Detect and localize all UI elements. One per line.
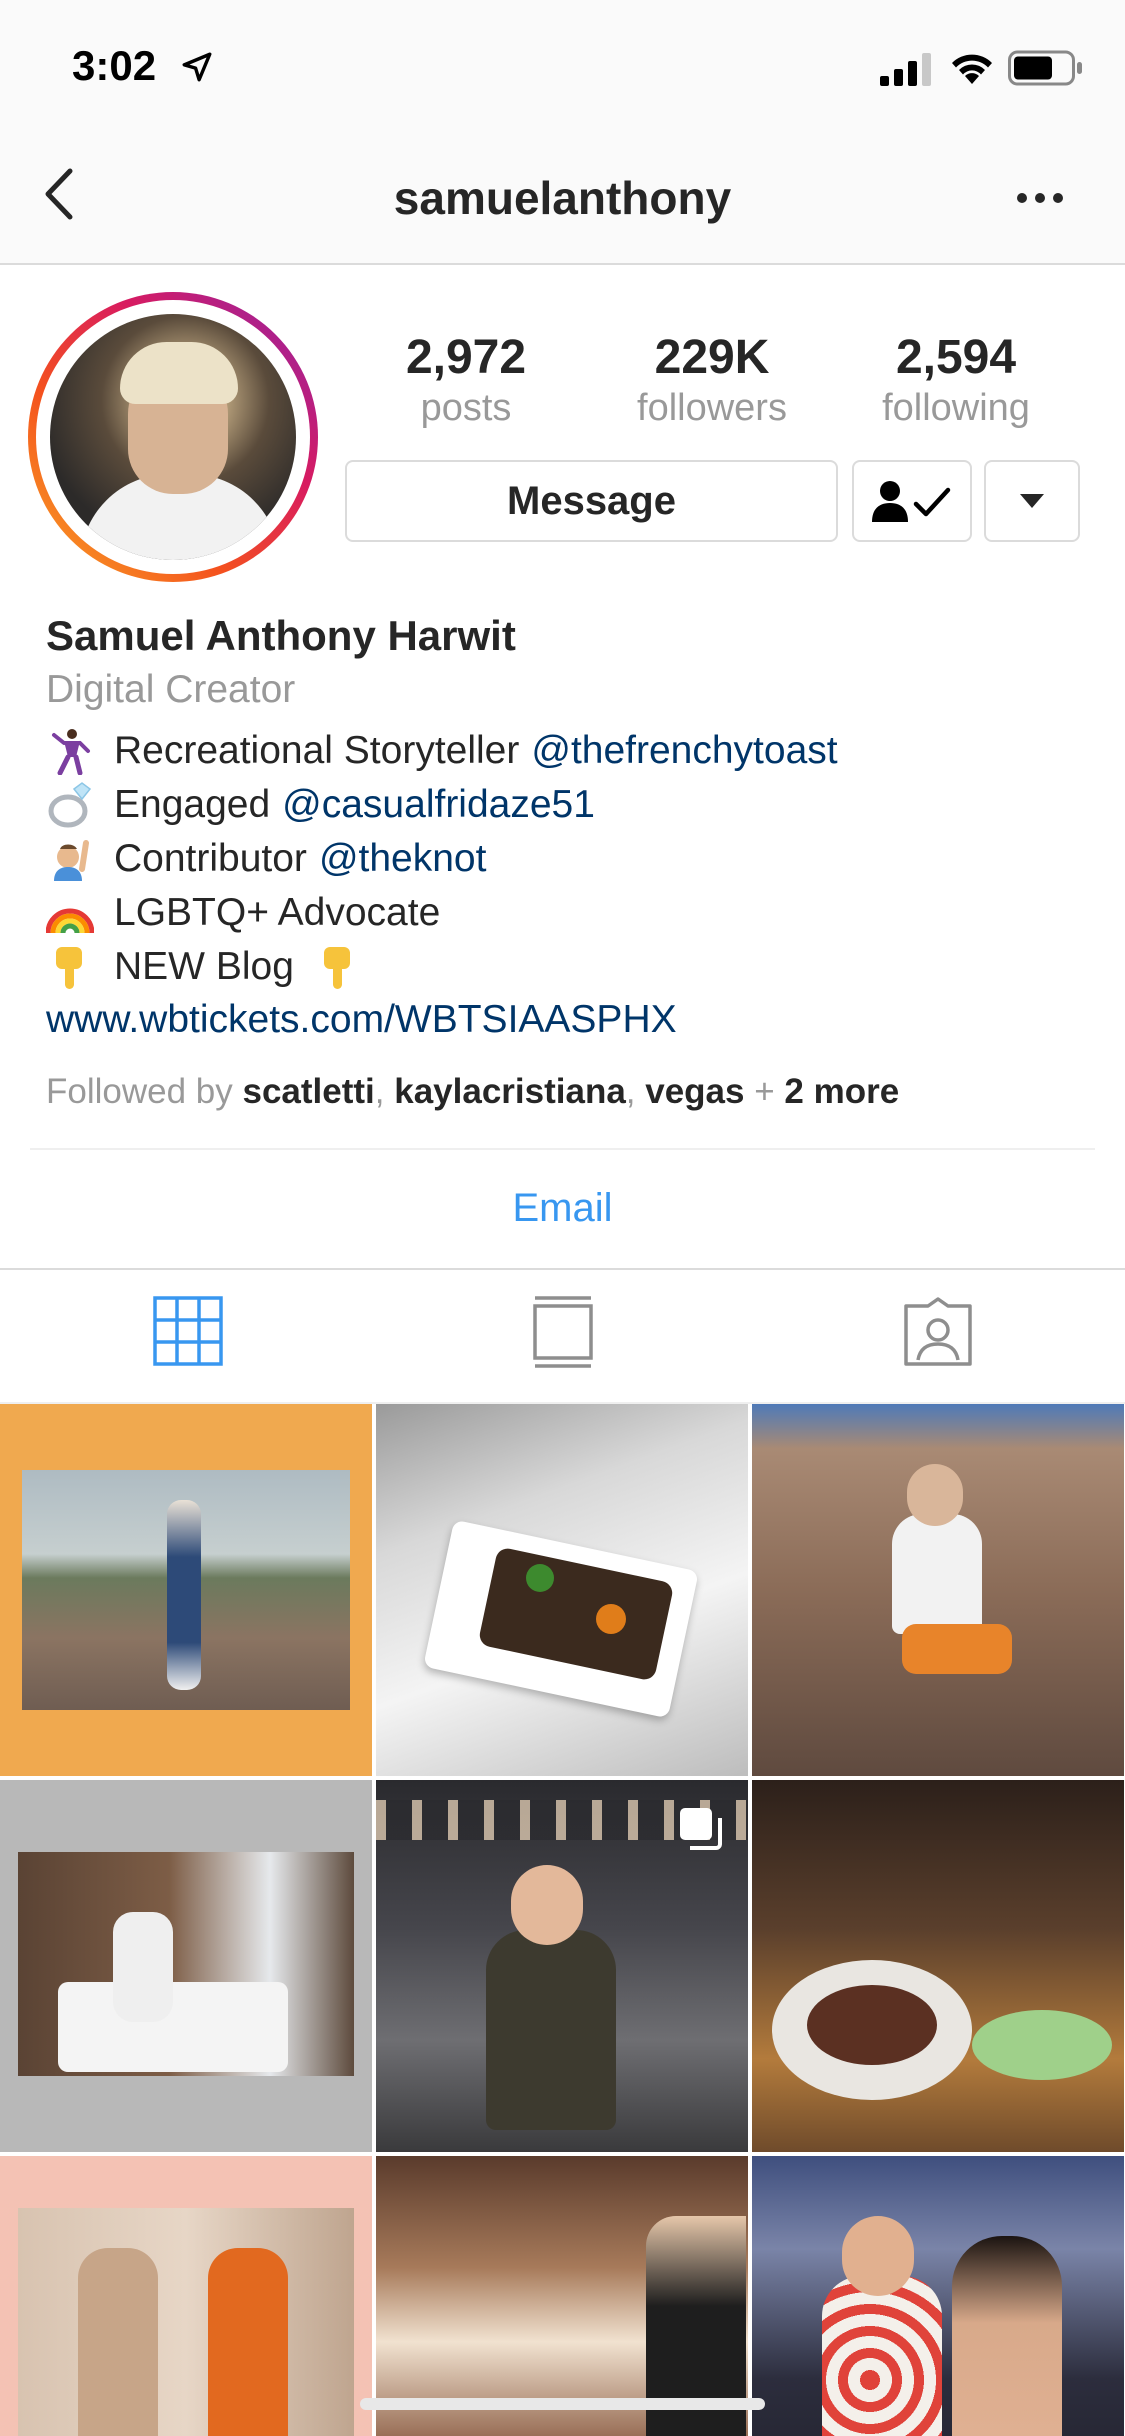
mention-link[interactable]: @thefrenchytoast (531, 729, 837, 773)
tagged-person-icon (903, 1297, 972, 1366)
person-check-icon (872, 481, 951, 522)
following-count: 2,594 (895, 331, 1017, 384)
caret-down-icon (1020, 494, 1044, 508)
grid-post[interactable] (0, 1780, 372, 2152)
battery-icon (1008, 50, 1082, 86)
email-button[interactable]: Email (0, 1186, 1125, 1231)
posts-label: posts (420, 387, 512, 429)
bio-line: Engaged @casualfridaze51 (46, 778, 1086, 832)
location-arrow-icon (182, 52, 212, 82)
followers-stat[interactable]: 229K followers (602, 330, 822, 430)
posts-grid (0, 1404, 1125, 2436)
bio-text: Recreational Storyteller (114, 729, 520, 772)
grid-icon (152, 1296, 223, 1366)
grid-post[interactable] (376, 1780, 748, 2152)
website-link[interactable]: www.wbtickets.com/WBTSIAASPHX (46, 998, 1086, 1058)
bio-line: Recreational Storyteller @thefrenchytoas… (46, 724, 1086, 778)
posts-count: 2,972 (405, 331, 527, 384)
bio-text: NEW Blog (114, 945, 294, 988)
grid-post[interactable] (752, 1404, 1124, 1776)
more-followers: 2 more (784, 1072, 900, 1111)
profile-bio: Samuel Anthony Harwit Digital Creator Re… (46, 612, 1086, 1112)
pointing-down-emoji (323, 947, 350, 989)
following-label: following (882, 387, 1030, 429)
mutual-follower: scatletti (242, 1072, 375, 1111)
pointing-down-emoji (56, 947, 82, 989)
bio-text: Engaged (114, 783, 271, 826)
mutual-follower: vegas (645, 1072, 745, 1111)
more-options-icon[interactable] (1016, 191, 1064, 205)
feed-icon (532, 1296, 593, 1368)
grid-post[interactable] (752, 2156, 1124, 2436)
bio-line: LGBTQ+ Advocate (46, 886, 1086, 940)
bio-text: LGBTQ+ Advocate (114, 891, 441, 934)
bio-line: Contributor @theknot (46, 832, 1086, 886)
suggestions-dropdown-button[interactable] (984, 460, 1080, 542)
tab-tagged[interactable] (750, 1296, 1125, 1380)
wifi-icon (952, 54, 992, 84)
rainbow-emoji (46, 908, 94, 934)
mutual-follower: kaylacristiana (394, 1072, 626, 1111)
following-button[interactable] (852, 460, 972, 542)
multiple-photos-icon (680, 1808, 722, 1850)
message-button[interactable]: Message (345, 460, 838, 542)
bio-text: Contributor (114, 837, 307, 880)
mention-link[interactable]: @theknot (319, 837, 487, 881)
grid-post[interactable] (752, 1780, 1124, 2152)
bio-line: NEW Blog (46, 940, 1086, 994)
home-indicator[interactable] (360, 2398, 765, 2410)
page-title: samuelanthony (393, 172, 732, 224)
nav-bar: samuelanthony (0, 135, 1125, 265)
profile-photo (50, 314, 296, 560)
followers-label: followers (637, 387, 787, 429)
raising-hand-emoji (54, 840, 89, 881)
status-bar: 3:02 (0, 0, 1125, 135)
cellular-signal-icon (880, 53, 931, 86)
grid-post[interactable] (376, 1404, 748, 1776)
grid-post[interactable] (0, 2156, 372, 2436)
category-label: Digital Creator (46, 668, 296, 711)
tab-feed[interactable] (375, 1296, 750, 1380)
divider (30, 1148, 1095, 1150)
divider (0, 1268, 1125, 1270)
followers-count: 229K (654, 331, 770, 384)
status-time: 3:02 (72, 42, 157, 89)
grid-post[interactable] (0, 1404, 372, 1776)
tab-grid[interactable] (0, 1296, 375, 1380)
mention-link[interactable]: @casualfridaze51 (282, 783, 595, 827)
following-stat[interactable]: 2,594 following (846, 330, 1066, 430)
ring-emoji (48, 782, 92, 828)
posts-stat[interactable]: 2,972 posts (356, 330, 576, 430)
grid-post[interactable] (376, 2156, 748, 2436)
avatar[interactable] (28, 292, 318, 582)
full-name: Samuel Anthony Harwit (46, 612, 516, 659)
followed-by[interactable]: Followed by scatletti, kaylacristiana, v… (46, 1072, 1086, 1112)
dancing-man-emoji (52, 729, 90, 775)
